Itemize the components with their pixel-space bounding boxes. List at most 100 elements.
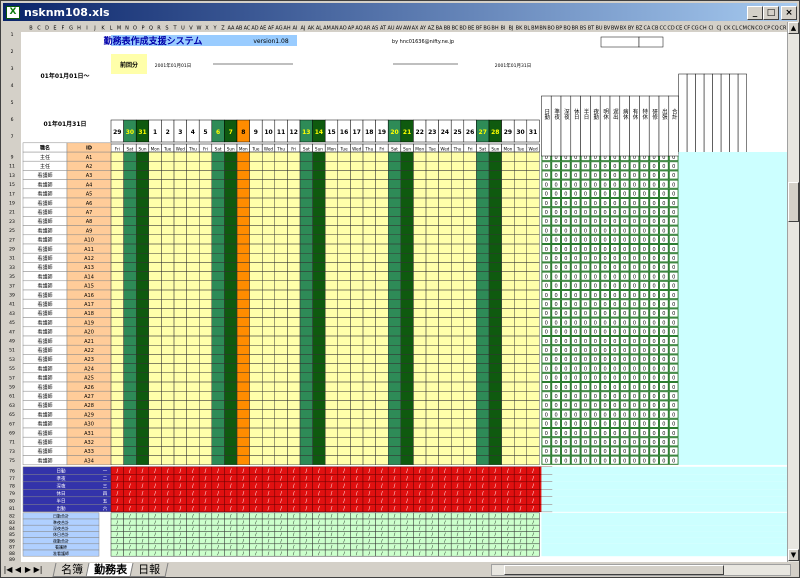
summary-value: 0 xyxy=(672,173,675,179)
staff-id-label: A19 xyxy=(84,320,94,326)
summary-value: 0 xyxy=(613,182,616,188)
column-letter: N xyxy=(125,26,129,32)
summary-value: 0 xyxy=(623,274,626,280)
staff-title-label: 看護師 xyxy=(37,384,52,391)
maximize-button[interactable]: □ xyxy=(763,6,779,20)
spreadsheet-grid[interactable]: B C D E F G H I J K L M N O P Q R S T U V W X Y Z AA AB AC AD AE AF AG A… xyxy=(3,22,787,562)
row-number: 88 xyxy=(9,551,15,557)
summary-value: 0 xyxy=(662,357,665,363)
summary-header-label: 明休 xyxy=(602,108,609,121)
next-sheet-icon[interactable]: ▶ xyxy=(23,563,33,576)
day-number-label: 14 xyxy=(315,129,323,136)
summary-value: 0 xyxy=(555,274,558,280)
summary-value: 0 xyxy=(613,311,616,317)
day-number-label: 19 xyxy=(378,129,386,136)
excel-icon[interactable]: X xyxy=(6,5,20,19)
column-letter: BK xyxy=(516,26,523,32)
summary-value: 0 xyxy=(623,394,626,400)
summary-value: 0 xyxy=(594,320,597,326)
summary-row-fill xyxy=(541,170,679,180)
summary-value: 0 xyxy=(584,422,587,428)
summary-value: 0 xyxy=(564,311,567,317)
day-number-label: 6 xyxy=(216,129,220,136)
summary-value: 0 xyxy=(613,238,616,244)
column-letter: BZ xyxy=(636,26,643,32)
summary-value: 0 xyxy=(564,284,567,290)
summary-value: 0 xyxy=(545,238,548,244)
summary-value: 0 xyxy=(564,238,567,244)
summary-value: 0 xyxy=(623,210,626,216)
staff-id-label: A26 xyxy=(84,385,94,391)
weekday-label: Tue xyxy=(340,147,349,152)
close-button[interactable]: × xyxy=(781,6,797,20)
summary-value: 0 xyxy=(662,265,665,271)
scroll-up-icon[interactable]: ▲ xyxy=(788,22,799,34)
summary-value: 0 xyxy=(574,201,577,207)
summary-value: 0 xyxy=(662,394,665,400)
date-from-label: 01年01月01日～ xyxy=(40,72,89,80)
summary-value: 0 xyxy=(555,330,558,336)
minimize-button[interactable]: _ xyxy=(747,6,763,20)
column-letter: BR xyxy=(572,26,579,32)
summary-value: 0 xyxy=(672,238,675,244)
summary-value: 0 xyxy=(574,412,577,418)
row-number: 15 xyxy=(9,182,15,188)
summary-value: 0 xyxy=(653,431,656,437)
summary-value: 0 xyxy=(623,366,626,372)
name-header-label: 職名 xyxy=(40,145,50,152)
weekday-label: Sat xyxy=(215,147,222,152)
summary-row-fill xyxy=(541,234,679,244)
horizontal-scroll-thumb[interactable] xyxy=(504,565,724,575)
column-letter: B xyxy=(29,26,33,32)
summary-value: 0 xyxy=(653,192,656,198)
count-right-fill xyxy=(541,512,787,519)
first-sheet-icon[interactable]: |◀ xyxy=(3,563,13,576)
row-number: 2 xyxy=(11,49,14,55)
summary-value: 0 xyxy=(633,284,636,290)
summary-row-fill xyxy=(541,216,679,226)
column-letter: BH xyxy=(491,26,498,32)
vertical-scroll-thumb[interactable] xyxy=(788,182,799,222)
scroll-down-icon[interactable]: ▼ xyxy=(788,549,799,561)
last-sheet-icon[interactable]: ▶| xyxy=(33,563,43,576)
summary-value: 0 xyxy=(594,357,597,363)
row-number: 27 xyxy=(9,237,15,243)
summary-header-cell xyxy=(619,95,630,157)
summary-value: 0 xyxy=(672,320,675,326)
summary-value: 0 xyxy=(564,164,567,170)
column-letter: CF xyxy=(684,26,690,32)
shift-row-label-cell xyxy=(22,481,112,490)
staff-title-label: 主任 xyxy=(40,163,50,170)
summary-value: 0 xyxy=(545,173,548,179)
tab-nippo[interactable]: 日報 xyxy=(129,562,169,577)
summary-value: 0 xyxy=(662,449,665,455)
summary-value: 0 xyxy=(613,302,616,308)
vertical-scrollbar[interactable]: ▲ ▼ xyxy=(787,22,799,562)
staff-title-label: 看護師 xyxy=(37,421,52,428)
summary-value: 0 xyxy=(653,376,656,382)
staff-title-label: 看護師 xyxy=(37,181,52,188)
column-letter: V xyxy=(189,26,193,32)
summary-value: 0 xyxy=(555,228,558,234)
weekday-label: Mon xyxy=(151,147,160,152)
column-letter: D xyxy=(45,26,49,32)
summary-value: 0 xyxy=(643,339,646,345)
prev-sheet-icon[interactable]: ◀ xyxy=(13,563,23,576)
column-letter: AC xyxy=(244,26,251,32)
worksheet[interactable]: B C D E F G H I J K L M N O P Q R S T U V W X Y Z AA AB AC AD AE AF AG A… xyxy=(3,22,787,562)
weekday-label: Wed xyxy=(176,147,185,152)
summary-value: 0 xyxy=(545,284,548,290)
horizontal-scrollbar[interactable] xyxy=(491,564,791,576)
summary-value: 0 xyxy=(545,192,548,198)
column-letter: BW xyxy=(611,26,619,32)
summary-value: 0 xyxy=(623,201,626,207)
summary-value: 0 xyxy=(653,265,656,271)
day-number-label: 29 xyxy=(504,129,512,136)
summary-value: 0 xyxy=(643,366,646,372)
tab-kinmuhyo[interactable]: 勤務表 xyxy=(85,562,136,577)
summary-value: 0 xyxy=(662,311,665,317)
summary-row-fill xyxy=(541,207,679,217)
window-title: nsknm108.xls xyxy=(24,5,110,19)
shift-row-label-cell xyxy=(22,474,112,483)
summary-value: 0 xyxy=(643,449,646,455)
